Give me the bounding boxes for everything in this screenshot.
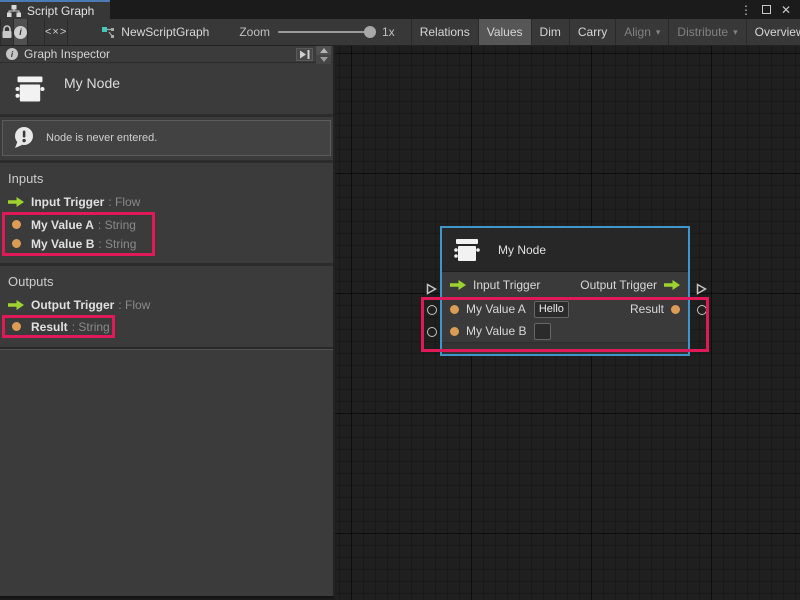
unit-node-icon (13, 74, 47, 104)
inputs-header: Inputs (0, 168, 333, 192)
graph-canvas[interactable]: My Node Input Trigger Output Trigger My … (335, 46, 800, 600)
triangle-down-icon (320, 57, 328, 62)
toolbar-button-overview[interactable]: Overview (746, 19, 800, 45)
port-row-my-value-b[interactable]: My Value B : String (5, 234, 152, 253)
warning-box: Node is never entered. (2, 120, 331, 156)
chevron-down-icon: ▾ (656, 27, 661, 38)
value-port-icon (8, 322, 24, 331)
flow-port-icon (450, 280, 466, 290)
graph-hierarchy-icon (7, 5, 21, 17)
warning-bubble-icon (11, 125, 37, 151)
edit-script-button[interactable]: <×> (44, 19, 68, 45)
chevron-down-icon: ▾ (733, 27, 738, 38)
node-trigger-row: Input Trigger Output Trigger (442, 272, 688, 298)
inspector-toggle-button[interactable]: i (14, 19, 28, 45)
close-icon[interactable]: ✕ (778, 2, 794, 18)
port-row-output-trigger[interactable]: Output Trigger : Flow (0, 295, 333, 315)
inspector-header: i Graph Inspector (0, 46, 333, 63)
toolbar-button-values[interactable]: Values (478, 19, 531, 45)
unit-node-icon (452, 237, 482, 263)
lock-button[interactable] (0, 19, 14, 45)
output-trigger-port[interactable]: Output Trigger (580, 278, 680, 292)
tab-title: Script Graph (27, 4, 94, 18)
toolbar-buttons: Relations Values Dim Carry Align▾ Distri… (411, 19, 800, 45)
dock-right-icon (299, 50, 310, 59)
inspector-scroll-arrows (316, 46, 331, 64)
tab-script-graph[interactable]: Script Graph (0, 0, 110, 19)
window-controls: ⋮ ✕ (738, 0, 800, 19)
flow-connector-icon (425, 283, 437, 295)
flow-port-icon (8, 300, 24, 310)
external-input-flow-port[interactable] (425, 283, 437, 295)
graph-inspector-panel: i Graph Inspector My Node Node is never … (0, 46, 335, 598)
script-graph-asset-icon (102, 26, 115, 38)
scroll-up-button[interactable] (316, 46, 331, 55)
value-port-icon (8, 220, 24, 229)
zoom-slider[interactable] (278, 31, 374, 33)
kebab-menu-icon[interactable]: ⋮ (738, 2, 754, 18)
toolbar-button-dim[interactable]: Dim (531, 19, 569, 45)
zoom-slider-handle[interactable] (364, 26, 376, 38)
triangle-up-icon (320, 48, 328, 53)
flow-connector-icon (695, 283, 707, 295)
external-output-flow-port[interactable] (695, 283, 707, 295)
port-row-result[interactable]: Result : String (5, 318, 112, 335)
outputs-section: Outputs Output Trigger : Flow Result : S… (0, 263, 333, 345)
port-row-input-trigger[interactable]: Input Trigger : Flow (0, 192, 333, 212)
inputs-section: Inputs Input Trigger : Flow My Value A :… (0, 160, 333, 263)
zoom-value: 1x (382, 25, 395, 39)
inspected-node-header: My Node (0, 63, 333, 117)
zoom-control: Zoom 1x (239, 19, 394, 45)
outputs-header: Outputs (0, 271, 333, 295)
toolbar-button-relations[interactable]: Relations (411, 19, 478, 45)
port-row-my-value-a[interactable]: My Value A : String (5, 215, 152, 234)
inspector-title: Graph Inspector (24, 47, 110, 61)
info-icon: i (6, 48, 18, 60)
toolbar-button-align[interactable]: Align▾ (615, 19, 668, 45)
graph-name-group[interactable]: NewScriptGraph (102, 19, 209, 45)
warning-text: Node is never entered. (46, 132, 157, 144)
graph-toolbar: i <×> NewScriptGraph Zoom 1x Relations V… (0, 19, 800, 46)
flow-port-icon (664, 280, 680, 290)
value-port-icon (8, 239, 24, 248)
input-trigger-port[interactable]: Input Trigger (450, 278, 540, 292)
highlight-box-value-inputs: My Value A : String My Value B : String (2, 212, 155, 256)
node-title: My Node (498, 243, 546, 257)
section-divider (0, 347, 333, 350)
inspected-node-title: My Node (64, 75, 120, 104)
flow-port-icon (8, 197, 24, 207)
toolbar-button-carry[interactable]: Carry (569, 19, 615, 45)
dock-panel-button[interactable] (296, 48, 313, 61)
script-graph-window: Script Graph ⋮ ✕ i <×> NewScriptGraph Zo… (0, 0, 800, 600)
info-icon: i (14, 26, 27, 39)
tab-bar: Script Graph ⋮ ✕ (0, 0, 800, 19)
toolbar-button-distribute[interactable]: Distribute▾ (668, 19, 745, 45)
scroll-down-button[interactable] (316, 55, 331, 64)
highlight-box-node-values (421, 297, 709, 352)
node-header[interactable]: My Node (442, 228, 688, 272)
lock-icon (1, 25, 13, 39)
highlight-box-result: Result : String (2, 315, 115, 338)
graph-name-label: NewScriptGraph (121, 25, 209, 39)
maximize-icon[interactable] (758, 2, 774, 18)
zoom-label: Zoom (239, 25, 270, 39)
